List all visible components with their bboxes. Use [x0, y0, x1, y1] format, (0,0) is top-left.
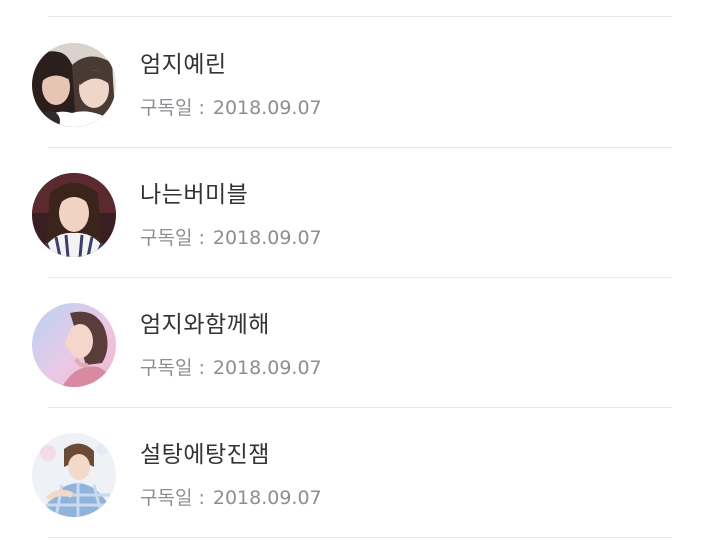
subscription-item[interactable]: 나는버미블 구독일:2018.09.07	[0, 147, 720, 277]
avatar[interactable]	[32, 173, 116, 257]
subscription-date: 구독일:2018.09.07	[140, 483, 322, 510]
subscription-date: 구독일:2018.09.07	[140, 93, 322, 120]
subscription-item[interactable]: 설탕에탕진잼 구독일:2018.09.07	[0, 407, 720, 537]
subscription-date-value: 2018.09.07	[212, 487, 322, 509]
subscription-date-label: 구독일	[140, 487, 193, 509]
subscription-date: 구독일:2018.09.07	[140, 353, 322, 380]
subscription-date-label: 구독일	[140, 357, 193, 379]
subscription-date-value: 2018.09.07	[212, 227, 322, 249]
subscription-date-separator: :	[198, 357, 205, 379]
subscription-date-value: 2018.09.07	[212, 357, 322, 379]
subscription-date-separator: :	[198, 487, 205, 509]
subscription-date-separator: :	[198, 97, 205, 119]
avatar[interactable]	[32, 433, 116, 517]
subscription-date-label: 구독일	[140, 227, 193, 249]
channel-name[interactable]: 엄지와함께해	[140, 305, 270, 339]
subscription-date-value: 2018.09.07	[212, 97, 322, 119]
subscription-item[interactable]: 엄지예린 구독일:2018.09.07	[0, 17, 720, 147]
avatar[interactable]	[32, 303, 116, 387]
channel-name[interactable]: 엄지예린	[140, 45, 227, 79]
subscription-item[interactable]: 엄지와함께해 구독일:2018.09.07	[0, 277, 720, 407]
channel-name[interactable]: 설탕에탕진잼	[140, 435, 270, 469]
avatar-photo-two-girls	[32, 43, 116, 127]
subscription-date: 구독일:2018.09.07	[140, 223, 322, 250]
avatar-photo-profile-pastel	[32, 303, 116, 387]
avatar-photo-girl-striped-shirt	[32, 173, 116, 257]
channel-name[interactable]: 나는버미블	[140, 175, 248, 209]
subscription-list: 엄지예린 구독일:2018.09.07 나는버미블 구독일:2018.09.07	[0, 0, 720, 540]
divider	[48, 537, 672, 538]
subscription-date-label: 구독일	[140, 97, 193, 119]
subscription-date-separator: :	[198, 227, 205, 249]
avatar[interactable]	[32, 43, 116, 127]
avatar-photo-boy-plaid-shirt	[32, 433, 116, 517]
